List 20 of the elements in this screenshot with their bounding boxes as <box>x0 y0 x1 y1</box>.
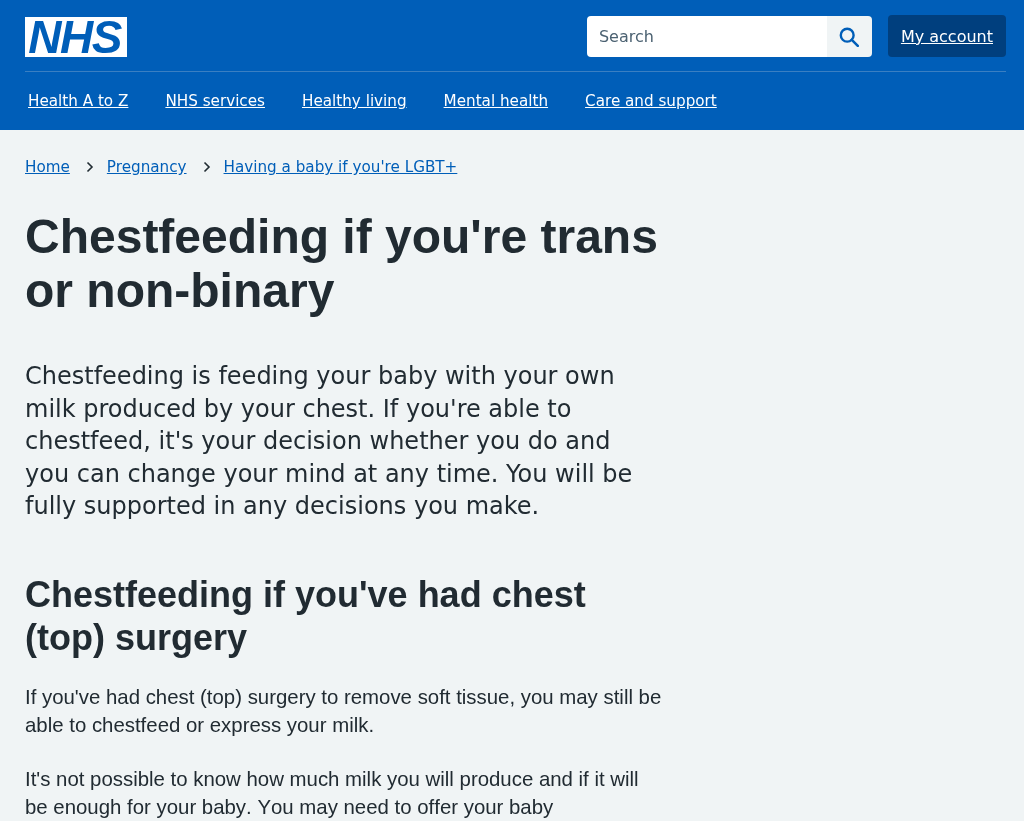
chevron-right-icon <box>202 161 211 173</box>
breadcrumb-link[interactable]: Pregnancy <box>106 155 187 179</box>
nhs-logo[interactable]: NHS <box>25 17 127 57</box>
nav-link[interactable]: Mental health <box>443 92 549 110</box>
breadcrumb-link[interactable]: Having a baby if you're LGBT+ <box>223 155 458 179</box>
nav-link[interactable]: Healthy living <box>302 92 407 110</box>
search-button[interactable] <box>826 16 872 57</box>
nav-link[interactable]: Health A to Z <box>28 92 129 110</box>
breadcrumb-link[interactable]: Home <box>25 155 70 179</box>
lead-paragraph: Chestfeeding is feeding your baby with your own milk produced by your chest. If you're able to chestfeed, it's your decision whether you do and you can change your mind at any time. You will be fully supported in any decisions you make. <box>25 361 634 522</box>
page-title: Chestfeeding if you're trans or non-binary <box>25 210 659 318</box>
chevron-right-icon <box>85 161 94 173</box>
section-heading: Chestfeeding if you've had chest (top) surgery <box>25 572 587 659</box>
body-paragraph: It's not possible to know how much milk you will produce and if it will be enough for your baby. You may need to offer your baby <box>25 766 640 820</box>
account-button[interactable]: My account <box>887 15 1006 57</box>
search-field[interactable]: Search <box>586 16 827 57</box>
body-paragraph: If you've had chest (top) surgery to remove soft tissue, you may still be able to chestfeed or express your milk. <box>25 684 663 738</box>
search-icon <box>839 26 860 47</box>
nav-link[interactable]: Care and support <box>585 92 717 110</box>
nav-link[interactable]: NHS services <box>165 92 265 110</box>
